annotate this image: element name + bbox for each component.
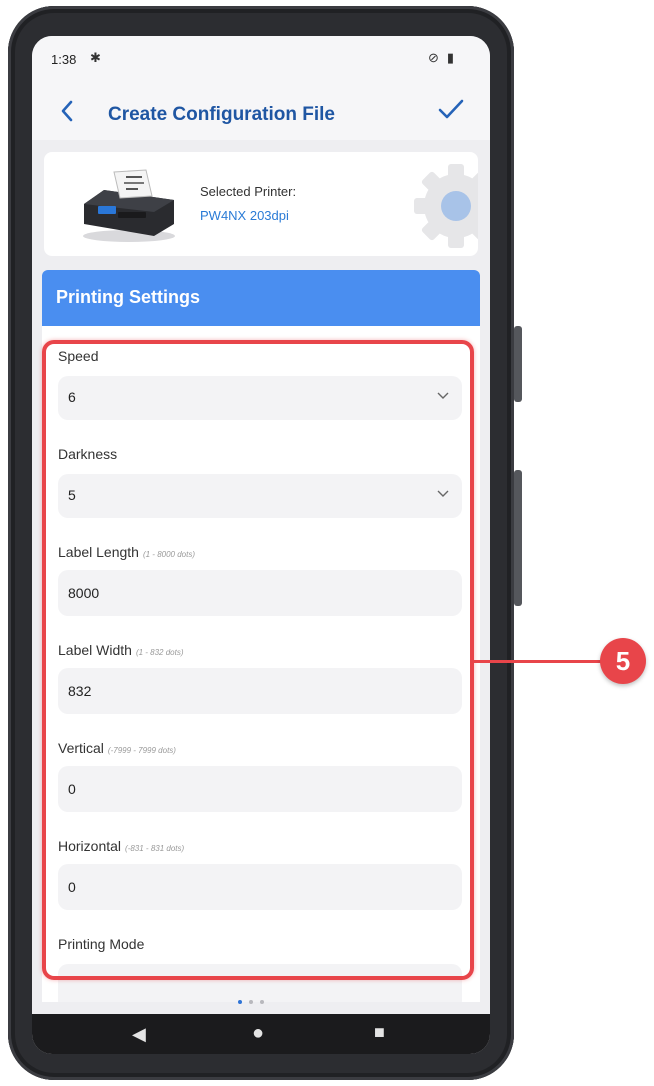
printing-settings-header: Printing Settings bbox=[42, 270, 480, 326]
checkmark-icon bbox=[438, 99, 464, 119]
page-title: Create Configuration File bbox=[108, 104, 335, 125]
bluetooth-icon: ✱ bbox=[90, 50, 101, 65]
selected-printer-label: Selected Printer: bbox=[200, 184, 297, 199]
printer-image bbox=[83, 169, 175, 242]
status-time: 1:38 bbox=[51, 52, 77, 67]
confirm-button[interactable] bbox=[438, 96, 464, 127]
section-title: Printing Settings bbox=[56, 287, 200, 307]
gear-icon bbox=[414, 164, 478, 248]
selected-printer-card[interactable]: Selected Printer: PW4NX 203dpi bbox=[44, 152, 478, 256]
nav-back-button[interactable]: ◀ bbox=[132, 1024, 146, 1045]
callout-number-badge: 5 bbox=[600, 638, 646, 684]
page-dot bbox=[238, 1000, 242, 1004]
battery-icon: ▮ bbox=[446, 50, 462, 65]
volume-button bbox=[514, 326, 522, 402]
page-dot bbox=[249, 1000, 253, 1004]
selected-printer-name[interactable]: PW4NX 203dpi bbox=[200, 208, 289, 223]
notifications-off-icon: ⊘ bbox=[427, 50, 447, 65]
status-icons: ⊘▮ bbox=[428, 50, 462, 66]
chevron-left-icon bbox=[61, 100, 73, 122]
nav-home-button[interactable]: ● bbox=[252, 1022, 264, 1045]
highlight-callout-box bbox=[42, 340, 474, 980]
system-nav-bar: ◀ ● ■ bbox=[32, 1014, 490, 1054]
power-button bbox=[514, 470, 522, 606]
status-bar: 1:38 ✱ ⊘▮ bbox=[32, 36, 490, 88]
app-bar: Create Configuration File bbox=[32, 88, 490, 140]
callout-line bbox=[474, 660, 602, 663]
nav-recents-button[interactable]: ■ bbox=[374, 1022, 385, 1043]
page-indicator bbox=[238, 1000, 264, 1004]
back-button[interactable] bbox=[60, 98, 74, 128]
page-dot bbox=[260, 1000, 264, 1004]
